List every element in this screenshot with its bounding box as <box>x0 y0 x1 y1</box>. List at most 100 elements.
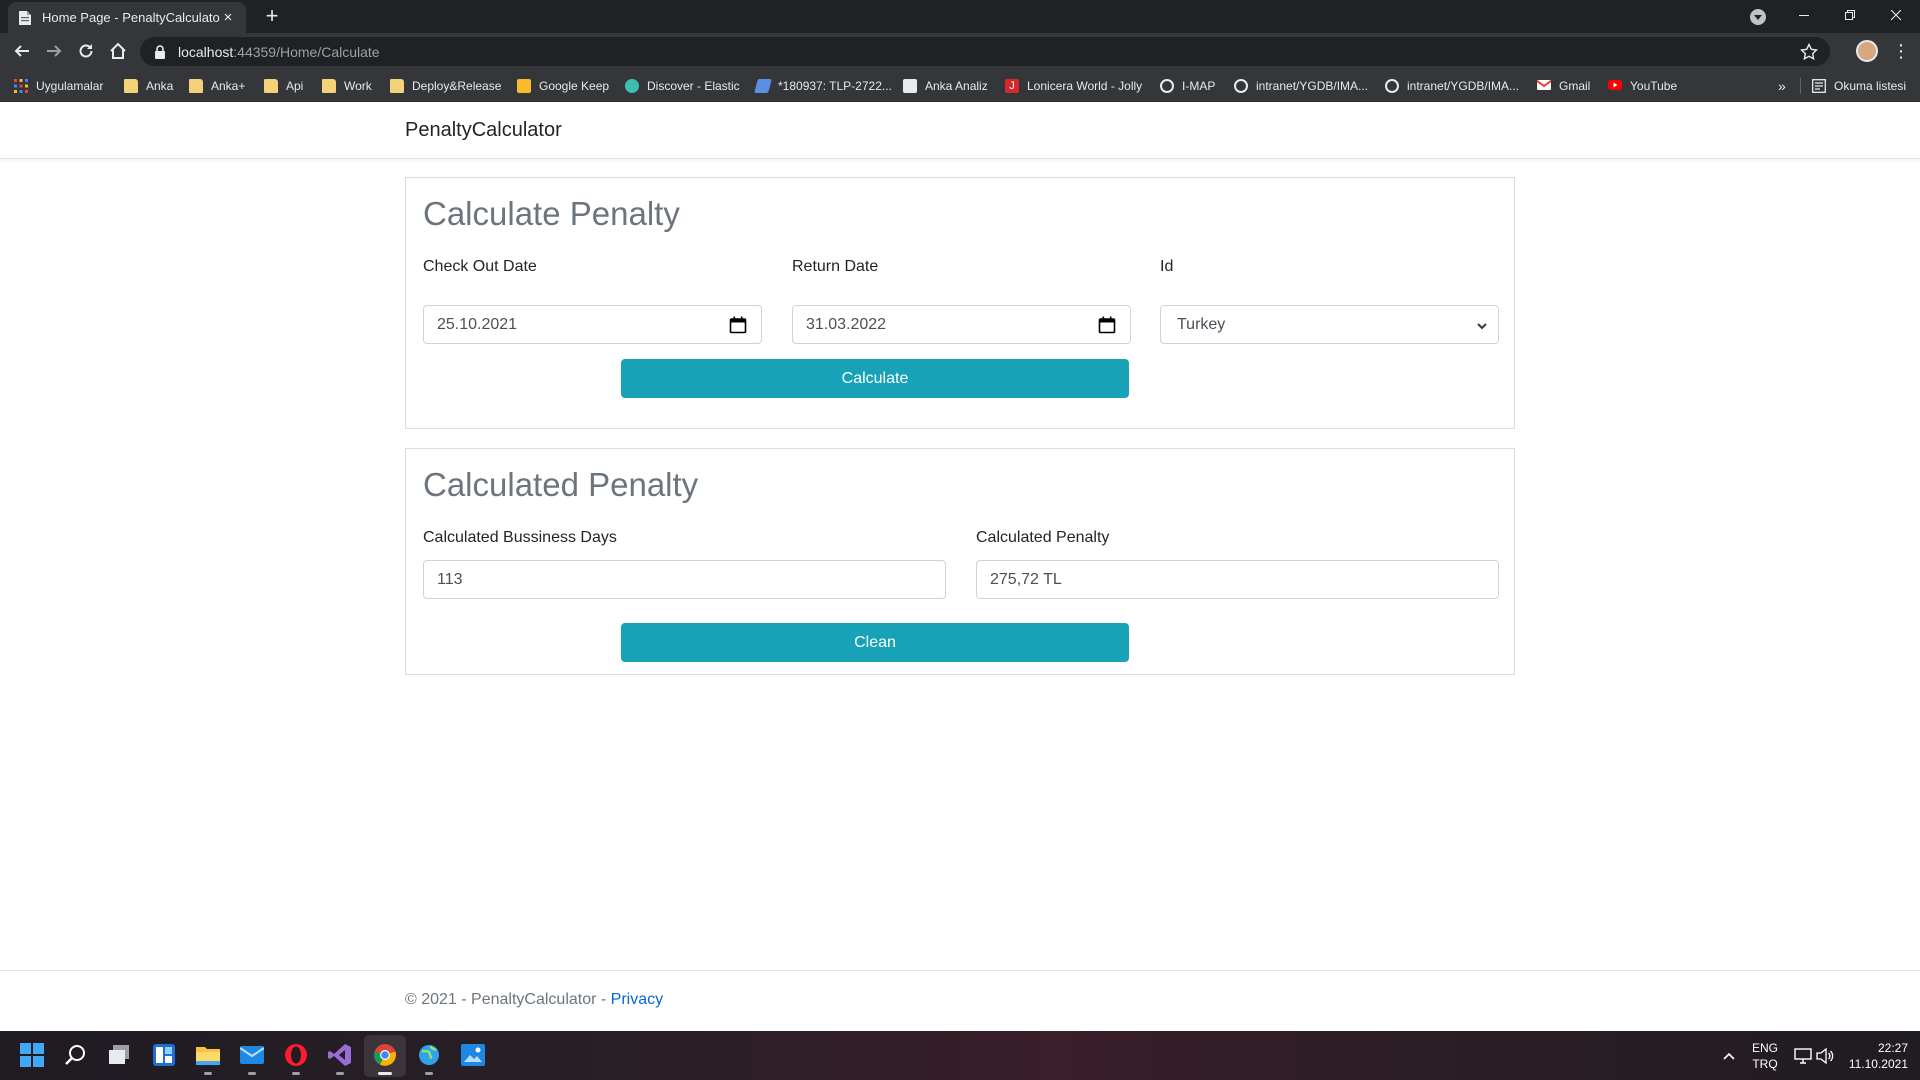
penalty-label: Calculated Penalty <box>976 529 1110 546</box>
page-icon <box>903 79 917 93</box>
penalty-field[interactable]: 275,72 TL <box>976 560 1499 599</box>
globe-icon <box>1234 79 1248 93</box>
bookmark-label: Lonicera World - Jolly <box>1027 79 1143 93</box>
reading-list-button[interactable]: Okuma listesi <box>1812 70 1906 102</box>
bookmark-item[interactable]: Anka Analiz <box>903 70 988 102</box>
browser-toolbar: localhost:44359/Home/Calculate ⋮ <box>0 33 1920 70</box>
running-indicator <box>336 1072 344 1075</box>
bookmark-label: Anka <box>146 79 174 93</box>
page-footer: © 2021 - PenaltyCalculator - Privacy <box>0 970 1920 1031</box>
forward-arrow-icon[interactable] <box>40 37 68 65</box>
home-icon[interactable] <box>104 37 132 65</box>
clean-button[interactable]: Clean <box>621 623 1129 662</box>
running-indicator <box>204 1072 212 1075</box>
browser-tab[interactable]: Home Page - PenaltyCalculator × <box>8 2 246 33</box>
privacy-link[interactable]: Privacy <box>611 991 663 1008</box>
bookmark-item[interactable]: *180937: TLP-2722... <box>754 70 892 102</box>
business-days-field[interactable]: 113 <box>423 560 946 599</box>
youtube-icon <box>1608 79 1622 93</box>
close-window-button[interactable] <box>1873 0 1919 30</box>
language-code: ENG <box>1752 1040 1779 1055</box>
bookmark-item[interactable]: intranet/YGDB/IMA... <box>1234 70 1368 102</box>
back-arrow-icon[interactable] <box>8 37 36 65</box>
brand-link[interactable]: PenaltyCalculator <box>405 119 562 142</box>
checkout-date-value: 25.10.2021 <box>437 315 518 333</box>
tab-close-icon[interactable]: × <box>220 9 236 26</box>
checkout-date-input[interactable]: 25.10.2021 <box>423 305 762 344</box>
bookmark-item[interactable]: Deploy&Release <box>390 70 501 102</box>
new-tab-button[interactable]: + <box>258 4 286 30</box>
profile-avatar[interactable] <box>1856 40 1878 62</box>
return-date-input[interactable]: 31.03.2022 <box>792 305 1131 344</box>
folder-icon <box>124 79 138 93</box>
id-label: Id <box>1160 258 1174 275</box>
windows-start-icon[interactable] <box>18 1041 46 1069</box>
id-select[interactable]: Turkey <box>1160 305 1499 344</box>
chrome-icon[interactable] <box>371 1041 399 1075</box>
bookmark-item[interactable]: YouTube <box>1608 70 1677 102</box>
bookmark-item[interactable]: Uygulamalar <box>14 70 103 102</box>
running-indicator <box>378 1072 392 1075</box>
bookmark-label: Discover - Elastic <box>647 79 740 93</box>
bookmark-label: intranet/YGDB/IMA... <box>1407 79 1520 93</box>
widgets-icon[interactable] <box>150 1041 178 1069</box>
file-explorer-icon[interactable] <box>194 1041 222 1075</box>
visual-studio-icon[interactable] <box>326 1041 354 1075</box>
calendar-icon[interactable] <box>1098 316 1116 334</box>
calculate-button[interactable]: Calculate <box>621 359 1129 398</box>
bookmark-item[interactable]: Gmail <box>1536 70 1590 102</box>
bookmark-item[interactable]: Google Keep <box>517 70 609 102</box>
restore-button[interactable] <box>1827 0 1873 30</box>
bookmark-item[interactable]: I-MAP <box>1160 70 1215 102</box>
minimize-button[interactable] <box>1781 0 1827 30</box>
bookmark-label: Anka+ <box>211 79 246 93</box>
clock[interactable]: 22:27 11.10.2021 <box>1846 1031 1908 1080</box>
bookmark-item[interactable]: Anka <box>124 70 173 102</box>
folder-icon <box>390 79 404 93</box>
bookmark-item[interactable]: Api <box>264 70 303 102</box>
tray-overflow-icon[interactable] <box>1722 1031 1736 1080</box>
bookmark-item[interactable]: J Lonicera World - Jolly <box>1005 70 1142 102</box>
url-host: localhost <box>178 43 234 60</box>
calendar-icon[interactable] <box>729 316 747 334</box>
network-icon[interactable] <box>1794 1031 1812 1080</box>
bookmark-star-icon[interactable] <box>1799 42 1819 61</box>
running-indicator <box>248 1072 256 1075</box>
task-view-icon[interactable] <box>106 1041 134 1069</box>
bookmark-item[interactable]: Discover - Elastic <box>625 70 740 102</box>
browser-menu-icon[interactable]: ⋮ <box>1892 40 1910 62</box>
bookmark-label: *180937: TLP-2722... <box>778 79 892 93</box>
chevron-down-icon <box>1476 319 1488 331</box>
bookmarks-divider <box>1800 78 1801 94</box>
globe-icon <box>1160 79 1174 93</box>
address-bar[interactable]: localhost:44359/Home/Calculate <box>140 37 1830 66</box>
globe-icon <box>1385 79 1399 93</box>
url-path: :44359/Home/Calculate <box>233 43 380 60</box>
business-days-label: Calculated Bussiness Days <box>423 529 617 546</box>
bookmark-item[interactable]: Work <box>322 70 372 102</box>
photos-icon[interactable] <box>459 1041 487 1069</box>
running-indicator <box>425 1072 433 1075</box>
volume-icon[interactable] <box>1816 1031 1834 1080</box>
tab-search-icon[interactable] <box>1750 9 1766 25</box>
return-date-value: 31.03.2022 <box>806 315 887 333</box>
mail-icon[interactable] <box>238 1041 266 1075</box>
more-bookmarks-icon[interactable]: » <box>1778 70 1786 102</box>
bookmark-label: Google Keep <box>539 79 610 93</box>
search-icon[interactable] <box>62 1041 90 1069</box>
bookmark-label: I-MAP <box>1182 79 1216 93</box>
reload-icon[interactable] <box>72 37 100 65</box>
keyboard-layout: TRQ <box>1752 1056 1778 1071</box>
folder-icon <box>264 79 278 93</box>
input-language[interactable]: ENG TRQ <box>1752 1031 1778 1080</box>
id-select-value: Turkey <box>1177 315 1226 333</box>
bookmarks-bar: Uygulamalar Anka Anka+ Api Work Deploy&R… <box>0 70 1920 102</box>
opera-icon[interactable] <box>282 1041 310 1075</box>
clock-date: 11.10.2021 <box>1848 1056 1908 1071</box>
network-globe-icon[interactable] <box>415 1041 443 1075</box>
bookmark-item[interactable]: Anka+ <box>189 70 245 102</box>
jolly-icon: J <box>1005 79 1019 93</box>
calculate-heading: Calculate Penalty <box>423 195 680 232</box>
bookmark-item[interactable]: intranet/YGDB/IMA... <box>1385 70 1519 102</box>
penalty-value: 275,72 TL <box>990 570 1062 588</box>
